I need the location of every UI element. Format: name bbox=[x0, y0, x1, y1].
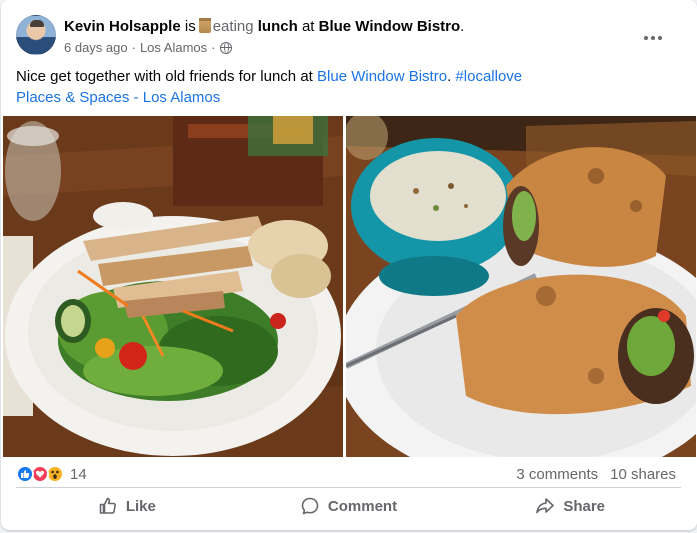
author-avatar[interactable] bbox=[16, 15, 56, 55]
post-meta: 6 days ago · Los Alamos · bbox=[64, 39, 464, 56]
like-button[interactable]: Like bbox=[16, 489, 238, 523]
header-line: Kevin Holsapple is eating lunch at Blue W… bbox=[64, 17, 464, 37]
comment-label: Comment bbox=[327, 497, 398, 515]
post-text-line-1: Nice get together with old friends for l… bbox=[16, 66, 676, 87]
photo-grid bbox=[3, 116, 696, 457]
soup-wrap-illustration bbox=[346, 116, 696, 457]
salad-photo[interactable] bbox=[3, 116, 343, 457]
comment-bubble-icon bbox=[301, 497, 319, 515]
reaction-count: 14 bbox=[70, 465, 87, 483]
header-period: . bbox=[460, 18, 465, 35]
reactions-summary[interactable]: 14 bbox=[16, 465, 87, 483]
share-button[interactable]: Share bbox=[459, 489, 681, 523]
like-label: Like bbox=[125, 497, 156, 515]
comment-button[interactable]: Comment bbox=[238, 489, 460, 523]
globe-icon[interactable] bbox=[219, 41, 232, 54]
soup-and-wrap-photo[interactable] bbox=[346, 116, 696, 457]
place-link[interactable]: Blue Window Bistro bbox=[317, 68, 447, 85]
place-name[interactable]: Blue Window Bistro bbox=[319, 18, 461, 35]
hashtag-link[interactable]: #locallove bbox=[455, 68, 522, 85]
at-text: at bbox=[301, 18, 315, 35]
post-stats: 14 3 comments 10 shares bbox=[16, 464, 676, 484]
post-header: Kevin Holsapple is eating lunch at Blue W… bbox=[16, 15, 681, 59]
salad-illustration bbox=[3, 116, 343, 457]
comments-count[interactable]: 3 comments bbox=[516, 466, 598, 483]
page-link[interactable]: Places & Spaces - Los Alamos bbox=[16, 89, 220, 106]
like-reaction-icon bbox=[16, 465, 34, 483]
share-label: Share bbox=[563, 497, 606, 515]
is-text: is bbox=[184, 18, 196, 35]
paper-bag-icon bbox=[198, 18, 211, 33]
post-text-line-2: Places & Spaces - Los Alamos bbox=[16, 87, 676, 108]
thumbs-up-icon bbox=[99, 497, 116, 514]
meta-separator: · bbox=[131, 40, 136, 55]
action-bar: Like Comment Share bbox=[16, 489, 681, 523]
post-text-prefix: Nice get together with old friends for l… bbox=[16, 68, 313, 85]
share-arrow-icon bbox=[536, 498, 555, 514]
shares-count[interactable]: 10 shares bbox=[610, 466, 676, 483]
meta-separator-2: · bbox=[211, 40, 216, 55]
activity-text[interactable]: lunch bbox=[258, 18, 298, 35]
action-divider bbox=[16, 487, 681, 488]
post-time[interactable]: 6 days ago bbox=[64, 39, 128, 56]
post-location[interactable]: Los Alamos bbox=[140, 39, 207, 56]
author-name[interactable]: Kevin Holsapple bbox=[64, 18, 181, 35]
stats-right: 3 comments 10 shares bbox=[516, 466, 676, 483]
post-card: Kevin Holsapple is eating lunch at Blue W… bbox=[1, 0, 697, 530]
feeling-text: eating bbox=[212, 18, 254, 35]
more-options-icon[interactable] bbox=[635, 26, 671, 50]
post-body: Nice get together with old friends for l… bbox=[16, 66, 676, 108]
header-text: Kevin Holsapple is eating lunch at Blue W… bbox=[64, 15, 464, 59]
post-text-period: . bbox=[447, 68, 452, 85]
